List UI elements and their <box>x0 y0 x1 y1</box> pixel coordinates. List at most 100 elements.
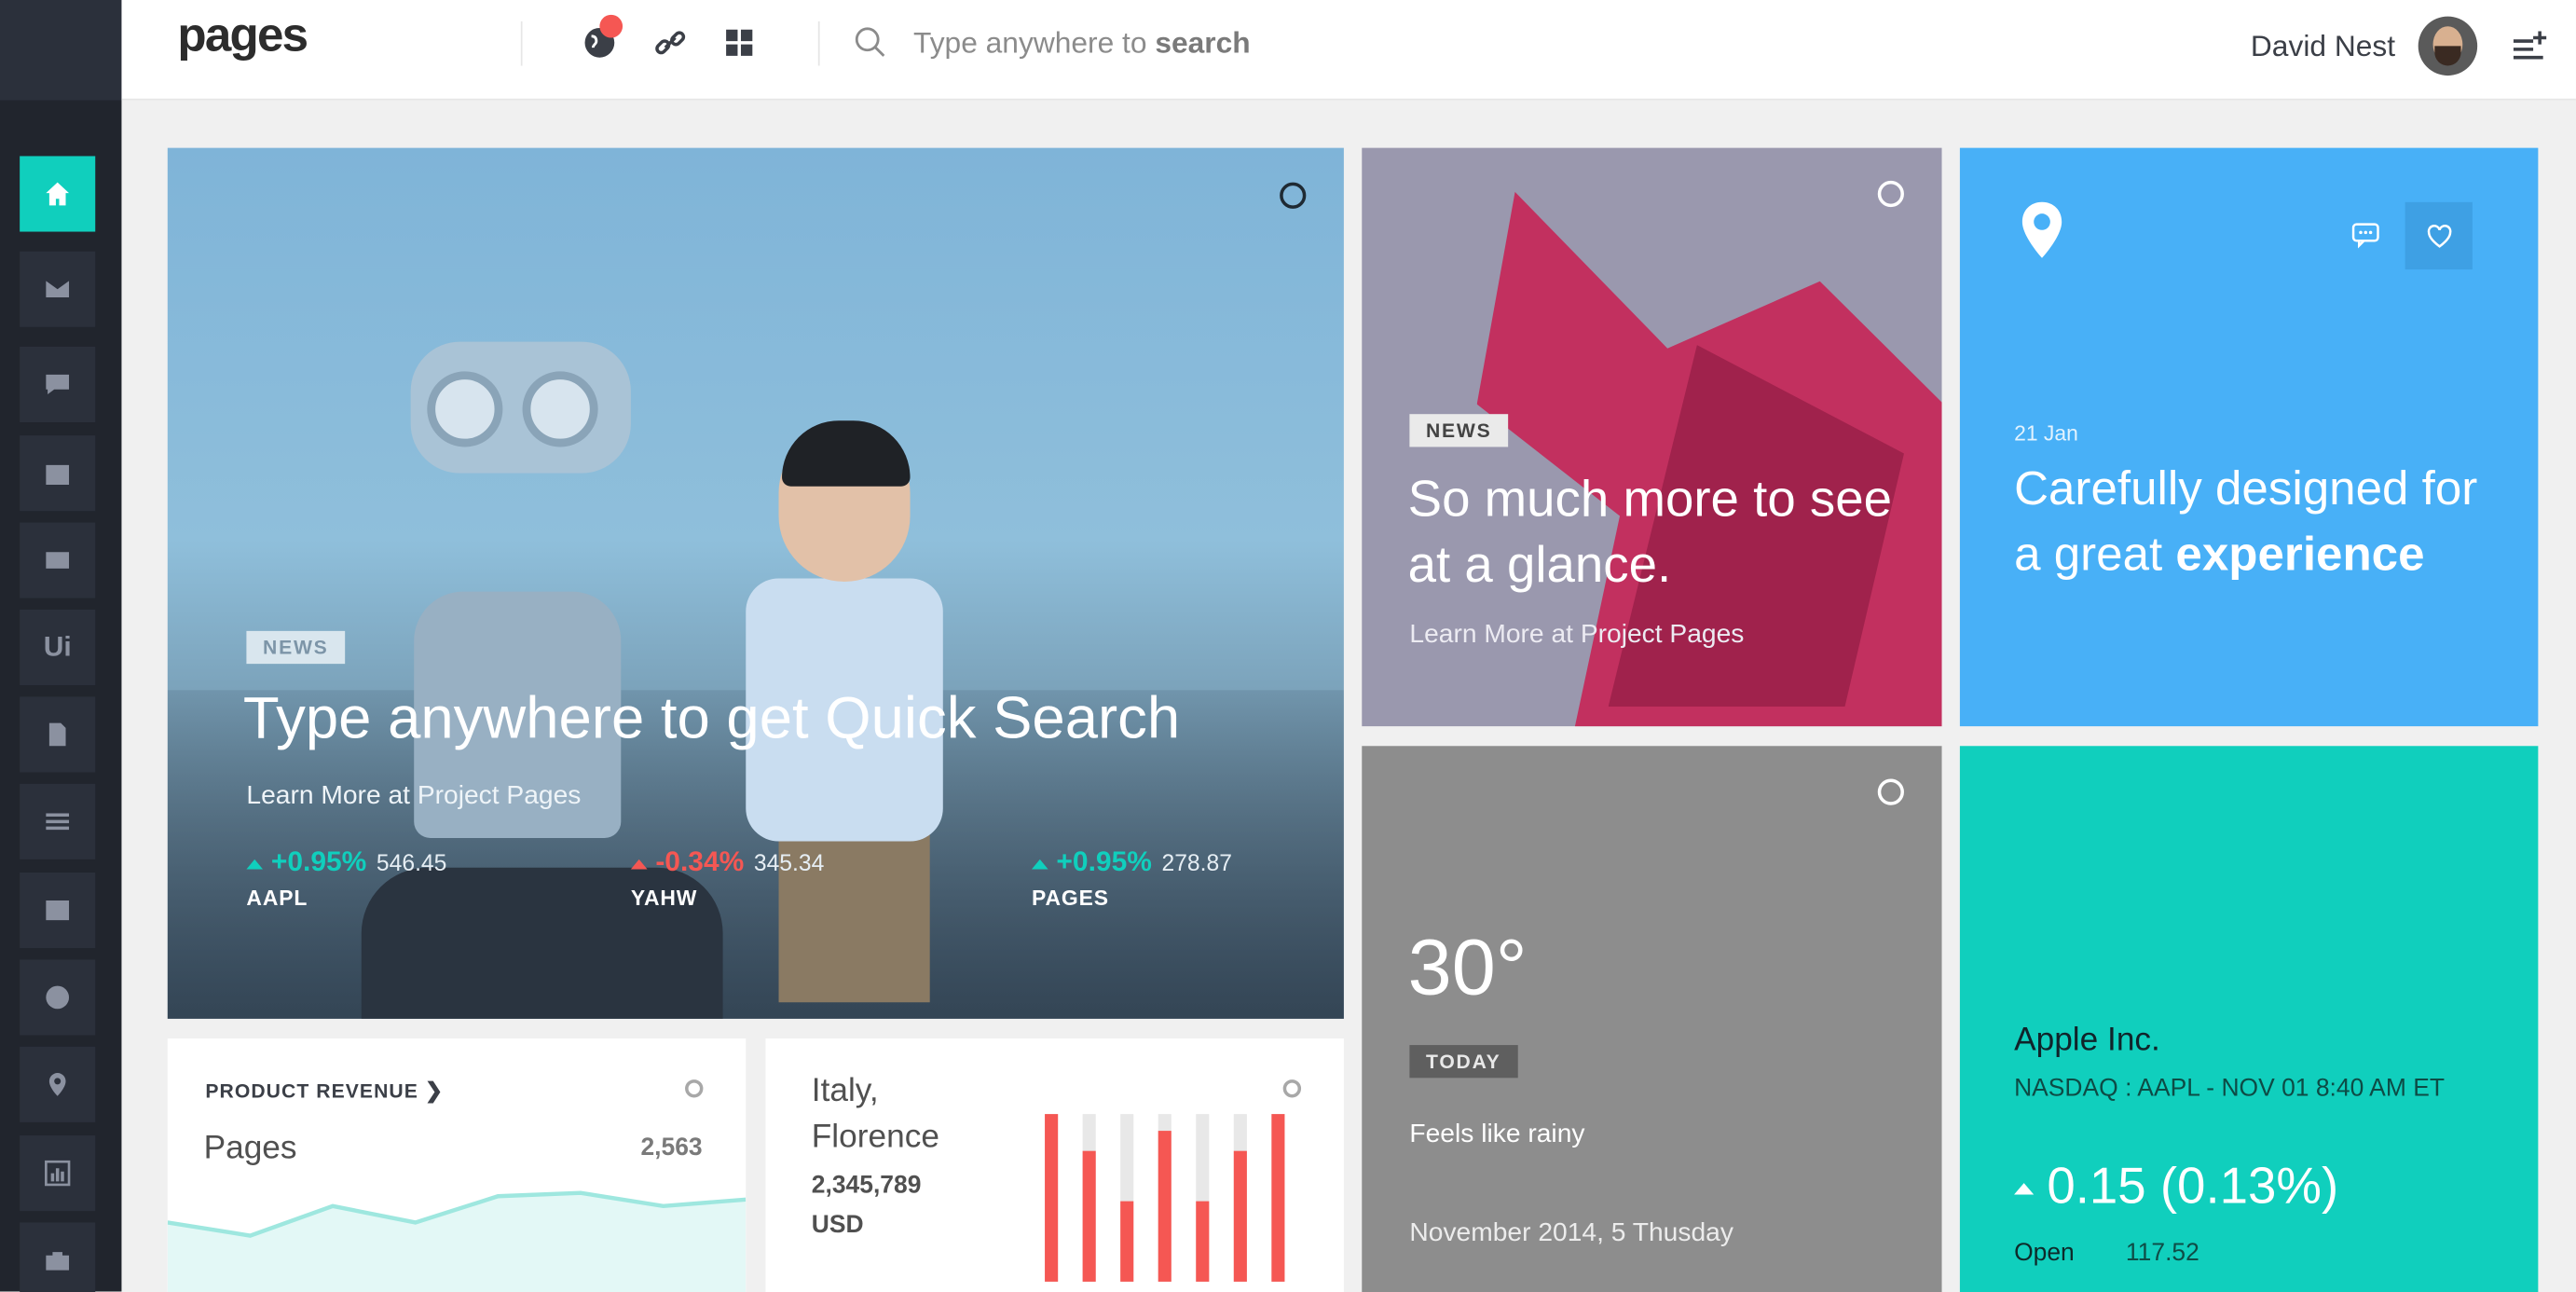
sidebar-item-tables[interactable] <box>20 872 96 949</box>
widget-options-button[interactable] <box>685 1079 704 1098</box>
stock-change: -0.34% <box>655 845 745 878</box>
heart-icon <box>2426 224 2451 248</box>
open-label: Open <box>2014 1239 2075 1268</box>
sales-bar-chart <box>1045 1114 1285 1282</box>
stock-aapl: +0.95% 546.45 AAPL <box>246 846 446 911</box>
sidebar-item-calendar[interactable] <box>20 435 96 512</box>
search-placeholder-bold: search <box>1155 26 1251 60</box>
news-title: So much more to see at a glance. <box>1407 470 1892 594</box>
search-placeholder: Type anywhere to <box>913 26 1156 60</box>
robot-eye <box>522 371 598 447</box>
header-divider <box>520 21 523 66</box>
tile-options-button[interactable] <box>1877 778 1904 805</box>
bar-7 <box>1271 1114 1285 1282</box>
calendar-icon <box>46 464 70 485</box>
stock-value: 278.87 <box>1161 849 1232 876</box>
up-arrow-icon <box>1031 859 1048 870</box>
product-revenue-widget: PRODUCT REVENUE ❯ Pages 2,563 <box>167 1038 747 1292</box>
sidebar-item-forms[interactable] <box>20 696 96 773</box>
sidebar-item-builder[interactable] <box>20 522 96 598</box>
ui-icon: Ui <box>43 630 72 663</box>
tile-title: Carefully designed for a great experienc… <box>2014 457 2507 588</box>
bar-2 <box>1082 1150 1096 1282</box>
sidebar: Ui <box>0 0 122 1292</box>
city-name: Italy, Florence <box>811 1073 939 1156</box>
child-hair <box>782 420 911 487</box>
stock-yahw: -0.34% 345.34 YAHW <box>630 845 825 911</box>
stock-tile[interactable]: Apple Inc. NASDAQ : AAPL - NOV 01 8:40 A… <box>1959 746 2539 1292</box>
avatar[interactable] <box>2418 16 2478 76</box>
sidebar-item-ui[interactable]: Ui <box>20 609 96 686</box>
layout-icon <box>46 552 70 569</box>
file-icon <box>48 722 66 747</box>
sidebar-item-home[interactable] <box>20 156 96 232</box>
sidebar-item-extra[interactable] <box>20 1222 96 1292</box>
bar-5 <box>1196 1201 1210 1282</box>
bar-1 <box>1045 1114 1059 1282</box>
down-arrow-icon <box>630 859 648 870</box>
hero-title: Type anywhere to get Quick Search <box>242 683 1181 751</box>
sidebar-item-lists[interactable] <box>20 783 96 859</box>
hero-news-tile[interactable]: NEWS Type anywhere to get Quick Search L… <box>167 147 1344 1019</box>
news-badge: NEWS <box>246 630 346 665</box>
stock-change: +0.95% <box>1056 845 1152 878</box>
stock-ticker: AAPL <box>246 886 308 911</box>
stock-ticker: PAGES <box>1031 886 1109 911</box>
open-value: 117.52 <box>2125 1239 2199 1268</box>
grid-icon <box>726 29 753 56</box>
notification-dot <box>599 14 623 38</box>
news-tile-origami[interactable]: NEWS So much more to see at a glance. Le… <box>1362 147 1942 727</box>
amount-value: 2,345,789 <box>811 1171 922 1200</box>
sidebar-item-location[interactable] <box>20 1046 96 1122</box>
revenue-heading[interactable]: PRODUCT REVENUE ❯ <box>205 1078 444 1104</box>
tile-date: 21 Jan <box>2014 420 2078 446</box>
up-arrow-icon <box>2014 1183 2035 1196</box>
sidebar-item-charts[interactable] <box>20 1135 96 1212</box>
table-icon <box>46 900 70 921</box>
stock-ticker: YAHW <box>630 886 698 911</box>
list-icon <box>46 813 70 831</box>
link-button[interactable] <box>651 23 690 62</box>
home-icon <box>46 182 70 206</box>
widget-options-button[interactable] <box>1282 1079 1302 1098</box>
weather-tile[interactable]: 30° TODAY Feels like rainy November 2014… <box>1362 746 1942 1292</box>
currency: USD <box>811 1211 864 1240</box>
search-input[interactable]: Type anywhere to search <box>913 26 1251 61</box>
news-subtitle[interactable]: Learn More at Project Pages <box>1409 621 1744 651</box>
price-change-value: 0.15 (0.13%) <box>2047 1156 2339 1215</box>
chevron-right-icon: ❯ <box>424 1078 445 1103</box>
briefcase-icon <box>46 1252 70 1271</box>
tile-options-button[interactable] <box>1877 180 1904 208</box>
weather-description: Feels like rainy <box>1409 1120 1585 1149</box>
hero-subtitle[interactable]: Learn More at Project Pages <box>246 782 581 812</box>
revenue-heading-text: PRODUCT REVENUE <box>205 1079 418 1103</box>
today-badge: TODAY <box>1409 1045 1518 1079</box>
sidebar-item-social[interactable] <box>20 346 96 423</box>
sidebar-top <box>0 0 122 101</box>
quickview-menu-icon[interactable] <box>2510 26 2549 65</box>
sidebar-item-maps[interactable] <box>20 959 96 1036</box>
logo[interactable]: pages <box>177 10 308 64</box>
tile-options-button[interactable] <box>1280 182 1307 209</box>
revenue-area-chart <box>167 1190 747 1292</box>
user-name[interactable]: David Nest <box>2251 30 2395 64</box>
bar-3 <box>1120 1201 1134 1282</box>
search-icon[interactable] <box>855 26 887 59</box>
stock-value: 345.34 <box>753 849 825 876</box>
temperature: 30° <box>1407 925 1528 1012</box>
weather-date: November 2014, 5 Thusday <box>1409 1218 1733 1247</box>
apps-grid-button[interactable] <box>719 23 759 62</box>
news-badge: NEWS <box>1409 414 1509 447</box>
city-sales-widget: Italy, Florence 2,345,789 USD <box>765 1038 1344 1292</box>
comment-icon[interactable] <box>2350 220 2380 250</box>
bar-chart-icon <box>45 1160 71 1187</box>
stock-change: +0.95% <box>270 845 367 878</box>
like-button[interactable] <box>2405 201 2473 270</box>
robot-eye <box>427 371 503 447</box>
company-name: Apple Inc. <box>2014 1022 2160 1059</box>
stock-pages: +0.95% 278.87 PAGES <box>1031 845 1232 911</box>
sidebar-item-email[interactable] <box>20 251 96 327</box>
globe-icon <box>46 985 70 1010</box>
bar-6 <box>1233 1150 1247 1282</box>
blue-feature-tile[interactable]: 21 Jan Carefully designed for a great ex… <box>1959 147 2539 727</box>
